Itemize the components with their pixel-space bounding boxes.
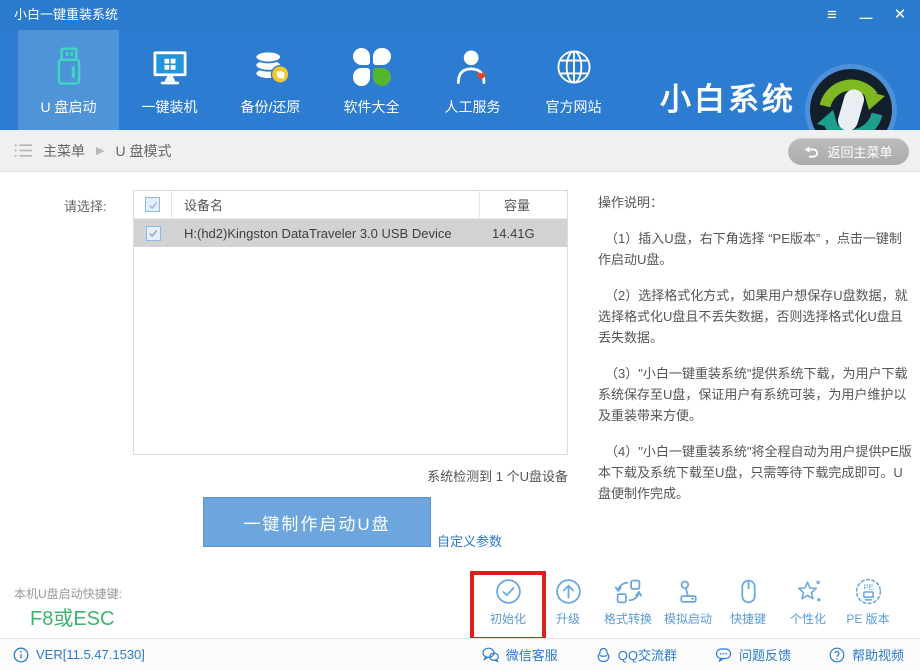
status-link-label: QQ交流群	[617, 648, 677, 663]
detect-status-text: 系统检测到 1 个U盘设备	[427, 469, 568, 484]
tool-simulate-boot[interactable]: 模拟启动	[658, 577, 718, 627]
nav-item-backup-restore[interactable]: 备份/还原	[220, 30, 321, 130]
nav-items: U 盘启动 一键装机 备份/还原 软件大全 人工服务 官方网站	[18, 30, 624, 130]
device-capacity: 14.41G	[492, 225, 535, 241]
info-icon	[13, 647, 29, 662]
table-row[interactable]: H:(hd2)Kingston DataTraveler 3.0 USB Dev…	[134, 219, 567, 247]
column-header-device-name: 设备名	[184, 198, 224, 213]
database-icon	[248, 44, 294, 90]
instruction-step: （3）"小白一键重装系统"提供系统下载，为用户下载系统保存至U盘，保证用户有系统…	[598, 366, 908, 423]
joystick-icon	[679, 580, 697, 603]
instruction-step: （1）插入U盘，右下角选择 “PE版本” ，点击一键制作启动U盘。	[598, 231, 902, 267]
title-bar: 小白一键重装系统 ≡ — ✕	[0, 0, 920, 30]
breadcrumb-root[interactable]: 主菜单	[43, 141, 85, 161]
instruction-step: （2）选择格式化方式，如果用户想保存U盘数据，就选择格式化U盘且不丢失数据，否则…	[598, 288, 908, 345]
list-icon	[14, 144, 32, 157]
tool-label: PE 版本	[846, 612, 890, 626]
mouse-icon	[740, 579, 756, 604]
window-controls: ≡ — ✕	[824, 0, 908, 30]
status-link-label: 帮助视频	[851, 648, 904, 663]
tool-init[interactable]: 初始化	[478, 577, 538, 627]
footer-tools: 初始化 升级 格式转换 模拟启动 快捷键 个性化 PE PE 版本	[478, 577, 898, 627]
instruction-step: （4）"小白一键重装系统"将全程自动为用户提供PE版本下载及系统下载至U盘，只需…	[598, 444, 912, 501]
device-checkbox[interactable]	[145, 225, 161, 241]
init-check-icon	[495, 579, 521, 604]
device-table: 设备名 容量 H:(hd2)Kingston DataTraveler 3.0 …	[133, 190, 568, 455]
format-convert-icon	[614, 579, 642, 604]
version-info[interactable]: VER[11.5.47.1530]	[13, 647, 145, 663]
link-feedback[interactable]: 问题反馈	[715, 645, 791, 664]
breadcrumb-bar: 主菜单 ▶ U 盘模式 返回主菜单	[0, 130, 920, 172]
menu-icon[interactable]: ≡	[824, 6, 840, 23]
tool-personalize[interactable]: 个性化	[778, 577, 838, 627]
breadcrumb-current: U 盘模式	[115, 142, 172, 159]
nav-item-usb-boot[interactable]: U 盘启动	[18, 30, 119, 130]
tool-pe-version[interactable]: PE PE 版本	[838, 577, 898, 627]
back-button-label: 返回主菜单	[827, 145, 893, 160]
tool-label: 升级	[555, 612, 580, 626]
tool-hotkey[interactable]: 快捷键	[718, 577, 778, 627]
back-arrow-icon	[804, 146, 819, 158]
nav-item-one-key-install[interactable]: 一键装机	[119, 30, 220, 130]
minimize-icon[interactable]: —	[858, 10, 874, 26]
brand-title: 小白系统	[660, 82, 796, 117]
window-title: 小白一键重装系统	[14, 7, 119, 22]
usb-drive-icon	[46, 44, 92, 90]
custom-params-link[interactable]: 自定义参数	[437, 531, 502, 550]
nav-item-label: 人工服务	[444, 98, 501, 115]
monitor-icon	[147, 44, 193, 90]
nav-item-label: 一键装机	[141, 98, 198, 115]
qq-icon	[597, 647, 610, 662]
tool-label: 快捷键	[729, 612, 766, 626]
instructions-title: 操作说明：	[598, 195, 664, 210]
app-window: 小白一键重装系统 ≡ — ✕ U 盘启动 一键装机 备份/还原 软件大全 人工服…	[0, 0, 920, 670]
close-icon[interactable]: ✕	[892, 7, 908, 23]
tool-format-convert[interactable]: 格式转换	[598, 577, 658, 627]
select-all-checkbox[interactable]	[145, 197, 160, 212]
status-link-label: 微信客服	[505, 648, 558, 663]
feedback-bubble-icon	[715, 648, 732, 662]
clover-icon	[349, 44, 395, 90]
version-text: VER[11.5.47.1530]	[36, 647, 145, 662]
breadcrumb: 主菜单 ▶ U 盘模式	[0, 130, 920, 171]
hotkey-value: F8或ESC	[30, 608, 115, 630]
chevron-right-icon: ▶	[96, 145, 105, 157]
tool-label: 个性化	[789, 612, 826, 626]
nav-item-label: 备份/还原	[240, 98, 301, 115]
nav-item-official-site[interactable]: 官方网站	[523, 30, 624, 130]
nav-item-label: 软件大全	[343, 98, 400, 115]
back-to-main-menu-button[interactable]: 返回主菜单	[788, 138, 909, 165]
main-nav: U 盘启动 一键装机 备份/还原 软件大全 人工服务 官方网站 小白系统	[0, 30, 920, 156]
select-label: 请选择:	[64, 199, 107, 214]
status-link-label: 问题反馈	[738, 648, 791, 663]
tool-label: 初始化	[489, 612, 526, 626]
nav-item-human-service[interactable]: 人工服务	[422, 30, 523, 130]
status-links: 微信客服 QQ交流群 问题反馈 帮助视频	[482, 645, 904, 664]
tool-upgrade[interactable]: 升级	[538, 577, 598, 627]
hotkey-label: 本机U盘启动快捷键:	[14, 587, 123, 601]
upgrade-arrow-icon	[555, 579, 581, 604]
tool-label: 格式转换	[603, 612, 652, 626]
person-heart-icon	[450, 44, 496, 90]
link-wechat-support[interactable]: 微信客服	[482, 645, 558, 664]
nav-item-label: U 盘启动	[40, 98, 97, 115]
make-boot-usb-button[interactable]: 一键制作启动U盘	[203, 497, 431, 547]
instructions-panel: 操作说明： （1）插入U盘，右下角选择 “PE版本” ，点击一键制作启动U盘。 …	[598, 192, 912, 519]
star-icon	[797, 580, 820, 602]
svg-text:PE: PE	[863, 582, 873, 591]
globe-icon	[551, 44, 597, 90]
status-bar: VER[11.5.47.1530] 微信客服 QQ交流群 问题反馈 帮助视频	[0, 638, 920, 670]
link-help-video[interactable]: 帮助视频	[829, 645, 904, 664]
column-header-capacity: 容量	[479, 191, 567, 218]
pe-version-icon: PE	[855, 578, 881, 605]
nav-item-software[interactable]: 软件大全	[321, 30, 422, 130]
link-qq-group[interactable]: QQ交流群	[596, 645, 677, 664]
nav-item-label: 官方网站	[545, 98, 602, 115]
tool-label: 模拟启动	[663, 612, 712, 626]
table-header: 设备名 容量	[134, 191, 567, 219]
device-name: H:(hd2)Kingston DataTraveler 3.0 USB Dev…	[184, 225, 452, 241]
wechat-icon	[482, 647, 499, 662]
help-circle-icon	[829, 647, 845, 662]
